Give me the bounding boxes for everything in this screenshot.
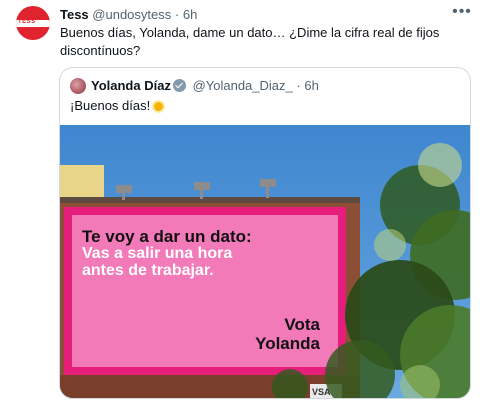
- avatar-logo-band: TESS: [16, 19, 50, 27]
- billboard-line-2: Vas a salir una hora: [82, 245, 233, 262]
- author-name[interactable]: Tess: [60, 7, 89, 22]
- billboard-headline: Te voy a dar un dato: Vas a salir una ho…: [82, 228, 282, 279]
- verified-badge-icon: [172, 79, 186, 92]
- author-handle[interactable]: @undosytess: [92, 7, 171, 22]
- quoted-text: ¡Buenos días!: [70, 98, 164, 114]
- separator-dot: ·: [174, 7, 180, 22]
- billboard-line-1: Te voy a dar un dato:: [82, 227, 252, 246]
- avatar-logo-text: TESS: [18, 19, 36, 25]
- tweet[interactable]: TESS Tess @undosytess · 6h ••• Buenos dí…: [0, 0, 489, 406]
- avatar[interactable]: TESS: [16, 6, 50, 40]
- tweet-text: Buenos días, Yolanda, dame un dato… ¿Dim…: [60, 25, 440, 58]
- more-options-icon[interactable]: •••: [450, 4, 474, 24]
- quoted-text-content: ¡Buenos días!: [70, 98, 151, 113]
- billboard-vote: Vota Yolanda: [250, 315, 320, 353]
- separator-dot: ·: [296, 78, 301, 93]
- billboard-vote-line-2: Yolanda: [255, 334, 320, 353]
- tweet-header: Tess @undosytess · 6h: [60, 7, 197, 22]
- quoted-author-handle: @Yolanda_Diaz_: [192, 78, 293, 93]
- building-top: [60, 165, 104, 201]
- timestamp[interactable]: 6h: [183, 7, 197, 22]
- quoted-timestamp: 6h: [304, 78, 319, 93]
- billboard-vote-line-1: Vota: [284, 315, 320, 334]
- sun-icon: [154, 102, 164, 111]
- quoted-header: Yolanda Díaz @Yolanda_Diaz_ · 6h: [91, 78, 319, 94]
- billboard-line-3: antes de trabajar.: [82, 262, 214, 279]
- quoted-avatar[interactable]: [70, 78, 86, 94]
- quoted-author-name: Yolanda Díaz: [91, 78, 171, 93]
